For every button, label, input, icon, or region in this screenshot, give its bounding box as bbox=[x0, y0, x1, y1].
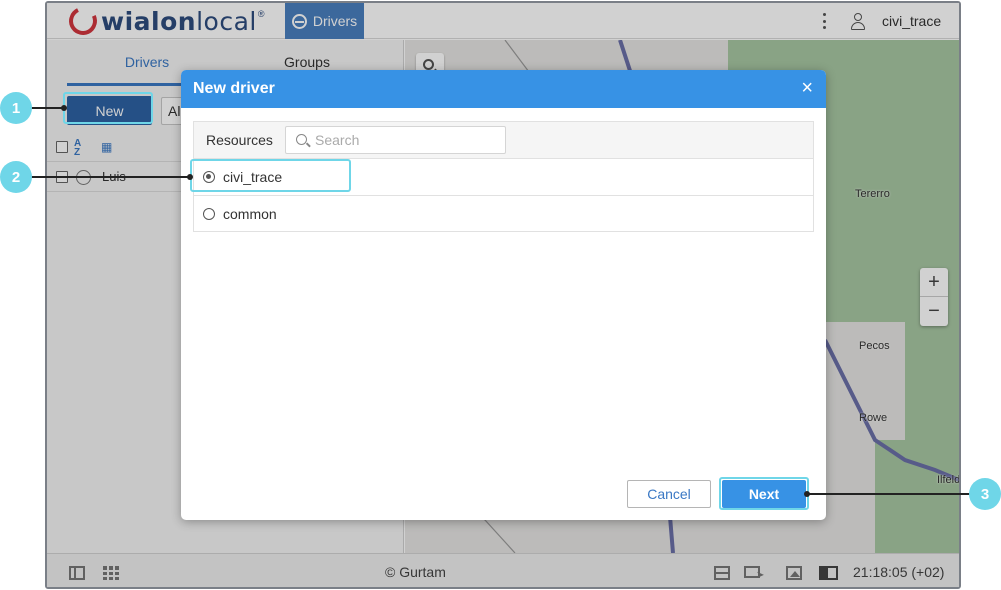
callout-dot bbox=[187, 174, 193, 180]
dialog-title: New driver bbox=[193, 80, 275, 97]
highlight-resource-option bbox=[190, 159, 351, 192]
highlight-next-button bbox=[719, 477, 809, 510]
resources-header: Resources bbox=[194, 122, 813, 159]
cancel-button[interactable]: Cancel bbox=[627, 480, 711, 508]
callout-dot bbox=[61, 105, 67, 111]
resource-option-common[interactable]: common bbox=[194, 196, 813, 233]
resources-label: Resources bbox=[206, 132, 273, 148]
radio-unselected[interactable] bbox=[203, 208, 215, 220]
resource-name[interactable]: common bbox=[223, 206, 277, 222]
new-driver-dialog: New driver × Resources civi_trace common… bbox=[181, 70, 826, 520]
callout-marker-1: 1 bbox=[0, 92, 32, 124]
callout-line bbox=[807, 493, 971, 495]
dialog-header: New driver × bbox=[181, 70, 826, 108]
callout-marker-3: 3 bbox=[969, 478, 1001, 510]
close-icon[interactable]: × bbox=[801, 78, 813, 98]
search-icon bbox=[296, 134, 307, 145]
callout-dot bbox=[804, 491, 810, 497]
callout-line bbox=[30, 176, 192, 178]
highlight-new-button bbox=[63, 92, 153, 124]
resource-search[interactable] bbox=[285, 126, 506, 154]
resource-search-input[interactable] bbox=[315, 132, 495, 148]
callout-marker-2: 2 bbox=[0, 161, 32, 193]
